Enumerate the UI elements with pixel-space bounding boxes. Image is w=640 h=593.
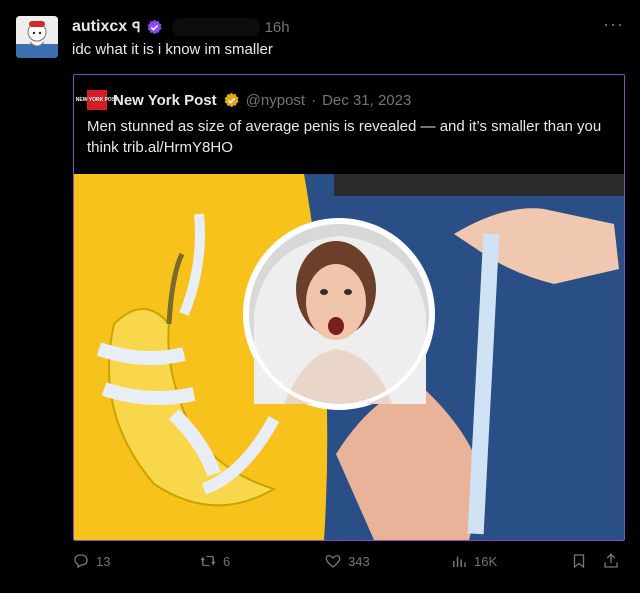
reply-count: 13 bbox=[96, 553, 111, 569]
bookmark-button[interactable] bbox=[570, 552, 588, 570]
quoted-post[interactable]: NEW YORK POST New York Post @nypost · De… bbox=[73, 74, 625, 541]
post: autixcx ꟼ 16h ··· idc what it is i know … bbox=[0, 0, 640, 593]
quote-date: Dec 31, 2023 bbox=[322, 91, 412, 109]
quote-handle: @nypost bbox=[245, 91, 306, 109]
verified-badge-icon bbox=[147, 19, 162, 34]
author-flair: ꟼ bbox=[132, 18, 141, 35]
repost-count: 6 bbox=[223, 553, 231, 569]
like-count: 343 bbox=[348, 553, 370, 569]
more-options-icon[interactable]: ··· bbox=[603, 14, 624, 35]
views-button[interactable]: 16K bbox=[450, 552, 497, 570]
repost-button[interactable]: 6 bbox=[199, 552, 230, 570]
analytics-icon bbox=[453, 556, 466, 567]
author-name[interactable]: autixcx bbox=[72, 18, 127, 36]
quote-image[interactable] bbox=[74, 174, 624, 540]
avatar[interactable] bbox=[16, 16, 58, 58]
separator: · bbox=[311, 91, 317, 109]
post-header: autixcx ꟼ 16h bbox=[72, 16, 290, 38]
post-text: idc what it is i know im smaller bbox=[72, 41, 273, 58]
gold-verified-badge-icon bbox=[224, 92, 239, 107]
nypost-logo: NEW YORK POST bbox=[76, 90, 118, 110]
quote-text: Men stunned as size of average penis is … bbox=[87, 118, 602, 156]
share-button[interactable] bbox=[602, 552, 620, 570]
view-count: 16K bbox=[474, 553, 498, 569]
action-bar: 13 6 343 16K bbox=[72, 552, 624, 576]
bookmark-icon bbox=[573, 554, 585, 569]
repost-icon bbox=[200, 555, 216, 567]
reply-button[interactable]: 13 bbox=[72, 552, 110, 570]
redacted-handle bbox=[171, 18, 260, 36]
reply-icon bbox=[74, 554, 88, 569]
quote-header: NEW YORK POST New York Post @nypost · De… bbox=[76, 90, 412, 110]
like-button[interactable]: 343 bbox=[324, 552, 370, 570]
post-time[interactable]: 16h bbox=[265, 19, 290, 36]
heart-icon bbox=[325, 555, 341, 568]
quote-author-name: New York Post bbox=[113, 91, 217, 109]
share-icon bbox=[604, 553, 618, 568]
